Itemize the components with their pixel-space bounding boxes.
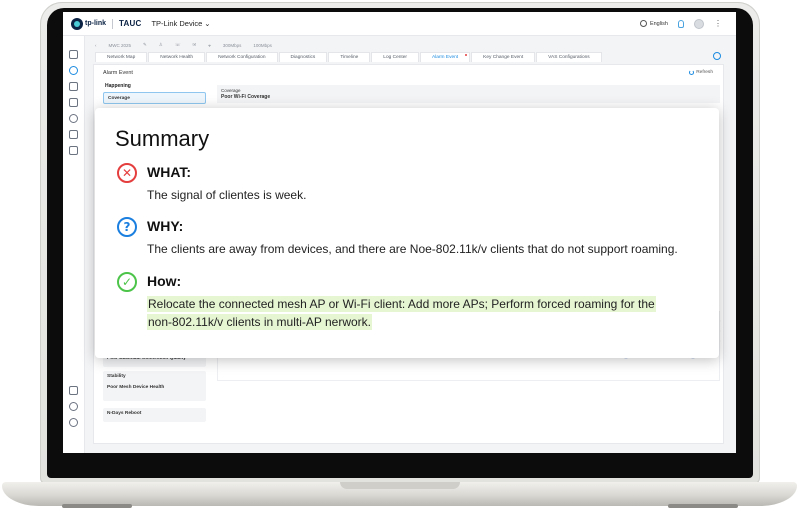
more-menu-icon[interactable]: ⋮: [714, 19, 722, 28]
network-globe-icon[interactable]: [69, 66, 78, 75]
tab-key-change-event[interactable]: Key Change Event: [471, 52, 536, 62]
lightbulb-icon[interactable]: [678, 19, 684, 28]
dashboard-icon[interactable]: [69, 50, 78, 59]
check-circle-icon: ✓: [117, 272, 137, 292]
list-item-label: N-Days Reboot: [107, 411, 142, 416]
topology-icon[interactable]: [69, 146, 78, 155]
why-heading: WHY:: [147, 218, 184, 234]
location-icon: ⌖: [208, 42, 211, 48]
how-text: Relocate the connected mesh AP or Wi-Fi …: [147, 296, 656, 330]
analytics-icon[interactable]: [69, 98, 78, 107]
why-section: ? WHY: The clients are away from devices…: [117, 217, 717, 257]
list-item-label: Stability: [107, 374, 126, 379]
detail-category: Coverage: [221, 88, 241, 93]
divider: [112, 18, 113, 29]
detail-header: Coverage Poor Wi-Fi Coverage: [217, 85, 720, 103]
user-icon[interactable]: [69, 402, 78, 411]
tab-alarm-event[interactable]: Alarm Event: [420, 52, 471, 62]
close-circle-icon: ✕: [117, 163, 137, 183]
how-text-line: Relocate the connected mesh AP or Wi-Fi …: [147, 296, 656, 312]
list-item-n-days-reboot[interactable]: N-Days Reboot: [103, 408, 206, 422]
edit-icon[interactable]: ✎: [143, 42, 147, 48]
product-name: TAUC: [119, 19, 142, 28]
settings-gear-icon[interactable]: [69, 418, 78, 427]
tab-bar: Network Map Network Health Network Confi…: [95, 52, 603, 62]
brand-logo[interactable]: tp-link: [71, 17, 106, 30]
top-bar: tp-link TAUC TP-Link Device ⌄ English ⋮: [63, 12, 736, 36]
download-speed: 100Mbps: [253, 42, 272, 48]
left-nav: [63, 36, 85, 453]
brand-name: tp-link: [85, 20, 106, 27]
avatar[interactable]: [694, 18, 704, 29]
user-icon: ♙: [158, 42, 163, 47]
device-type-label: TP-Link Device: [151, 19, 203, 28]
list-item-stability[interactable]: Stability Poor Mesh Device Health: [103, 371, 206, 401]
phone-icon: ☏: [174, 42, 181, 47]
mail-icon: ✉: [192, 42, 197, 47]
laptop-foot: [62, 504, 132, 508]
how-section: ✓ How: Relocate the connected mesh AP or…: [117, 272, 717, 342]
help-icon[interactable]: [713, 52, 721, 60]
sync-icon[interactable]: [69, 114, 78, 123]
why-text: The clients are away from devices, and t…: [147, 242, 678, 256]
breadcrumb-site: MWC 2025: [108, 42, 132, 48]
what-section: ✕ WHAT: The signal of clientes is week.: [117, 163, 717, 203]
tab-vas-configurations[interactable]: VAS Configurations: [536, 52, 602, 62]
list-item-sublabel: Poor Mesh Device Health: [107, 385, 165, 390]
group-label-happening: Happening: [105, 83, 131, 89]
tab-network-map[interactable]: Network Map: [95, 52, 148, 62]
laptop-notch: [340, 482, 460, 489]
refresh-label: Refresh: [696, 70, 713, 75]
refresh-icon: [689, 70, 695, 75]
chevron-down-icon: ⌄: [204, 19, 211, 28]
what-heading: WHAT:: [147, 164, 192, 180]
back-chevron-icon[interactable]: ‹: [95, 43, 97, 48]
tab-timeline[interactable]: Timeline: [328, 52, 371, 62]
summary-title: Summary: [115, 126, 210, 151]
tplink-logo-icon: [71, 17, 83, 30]
calendar-icon[interactable]: [69, 130, 78, 139]
refresh-button[interactable]: Refresh: [689, 70, 713, 75]
tab-diagnostics[interactable]: Diagnostics: [278, 52, 328, 62]
detail-title: Poor Wi-Fi Coverage: [221, 94, 271, 100]
summary-card: Summary ✕ WHAT: The signal of clientes i…: [95, 108, 719, 358]
question-circle-icon: ?: [117, 217, 137, 237]
panel-title: Alarm Event: [103, 70, 133, 76]
how-text-line: non-802.11k/v clients in multi-AP nerwor…: [147, 314, 372, 330]
tab-network-health[interactable]: Network Health: [148, 52, 206, 62]
how-heading: How:: [147, 273, 182, 289]
document-icon[interactable]: [69, 386, 78, 395]
diamond-icon[interactable]: [69, 82, 78, 91]
globe-icon: [639, 20, 647, 27]
device-type-dropdown[interactable]: TP-Link Device ⌄: [151, 19, 210, 28]
upload-speed: 300Mbps: [222, 42, 242, 48]
tab-log-center[interactable]: Log Center: [371, 52, 420, 62]
tab-network-configuration[interactable]: Network Configuration: [206, 52, 278, 62]
breadcrumb: ‹ MWC 2025 ✎ ♙ ☏ ✉ ⌖ 300Mbps 100Mbps: [95, 40, 272, 50]
language-label: English: [649, 20, 668, 27]
list-item-label: Coverage: [108, 96, 130, 101]
what-text: The signal of clientes is week.: [147, 188, 307, 202]
laptop-foot: [668, 504, 738, 508]
language-selector[interactable]: English: [639, 20, 668, 27]
list-item-coverage[interactable]: Coverage: [103, 92, 206, 104]
